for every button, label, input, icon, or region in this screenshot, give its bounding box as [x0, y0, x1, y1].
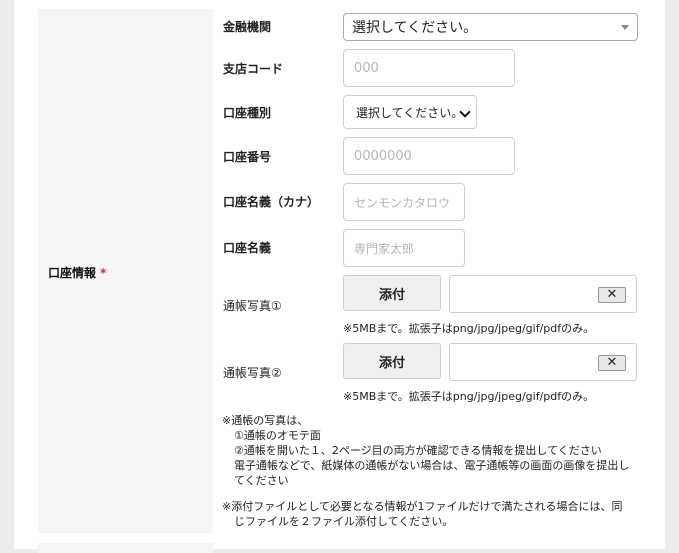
account-number-input[interactable]: 0000000	[343, 137, 515, 175]
branch-code-input[interactable]: 000	[343, 49, 515, 87]
file-display-2: ✕	[449, 343, 637, 381]
account-number-placeholder: 0000000	[354, 148, 412, 164]
branch-code-label: 支店コード	[223, 62, 284, 76]
bank-select-value: 選択してください。	[352, 20, 478, 36]
account-name-kana-label: 口座名義（カナ）	[223, 195, 320, 209]
attachment-notes: ※添付ファイルとして必要となる情報が1ファイルだけで満たされる場合には、同 じフ…	[222, 499, 623, 529]
branch-code-placeholder: 000	[354, 60, 379, 76]
section-title: 口座情報 *	[48, 264, 106, 281]
note-line: じファイルを２ファイル添付してください。	[234, 515, 454, 528]
account-number-label: 口座番号	[223, 150, 272, 164]
file-note-1: ※5MBまで。拡張子はpng/jpg/jpeg/gif/pdfのみ。	[343, 322, 595, 335]
account-name-input[interactable]: 専門家太郎	[343, 229, 465, 267]
note-line: 電子通帳などで、紙媒体の通帳がない場合は、電子通帳等の画面の画像を提出し	[234, 459, 630, 472]
account-type-label: 口座種別	[223, 106, 272, 120]
note-line: ②通帳を開いた１、2ページ目の両方が確認できる情報を提出してください	[234, 444, 602, 457]
passbook-photo-2-label: 通帳写真②	[223, 366, 282, 380]
next-section-label-cell	[38, 543, 213, 553]
account-name-kana-input[interactable]: センモンカタロウ	[343, 183, 465, 221]
note-line: てください	[234, 474, 289, 487]
file-note-2: ※5MBまで。拡張子はpng/jpg/jpeg/gif/pdfのみ。	[343, 390, 595, 403]
bank-label: 金融機関	[223, 20, 272, 34]
attach-button-1[interactable]: 添付	[343, 275, 441, 311]
caret-down-icon	[621, 25, 629, 30]
account-type-select[interactable]: 選択してください。	[343, 95, 477, 129]
note-line: ※添付ファイルとして必要となる情報が1ファイルだけで満たされる場合には、同	[222, 500, 623, 513]
account-type-select-value: 選択してください。	[356, 105, 464, 120]
bank-select[interactable]: 選択してください。	[343, 13, 638, 41]
passbook-notes: ※通帳の写真は、 ①通帳のオモテ面 ②通帳を開いた１、2ページ目の両方が確認でき…	[222, 413, 629, 488]
account-name-label: 口座名義	[223, 241, 272, 255]
attach-button-2[interactable]: 添付	[343, 343, 441, 379]
clear-icon[interactable]: ✕	[598, 287, 626, 303]
note-line: ①通帳のオモテ面	[234, 429, 321, 442]
clear-icon[interactable]: ✕	[598, 355, 626, 371]
account-name-placeholder: 専門家太郎	[354, 241, 415, 256]
account-name-kana-placeholder: センモンカタロウ	[354, 195, 451, 210]
note-line: ※通帳の写真は、	[222, 414, 309, 427]
section-title-text: 口座情報	[48, 266, 97, 280]
file-display-1: ✕	[449, 275, 637, 313]
required-mark: *	[100, 266, 107, 280]
passbook-photo-1-label: 通帳写真①	[223, 299, 282, 313]
